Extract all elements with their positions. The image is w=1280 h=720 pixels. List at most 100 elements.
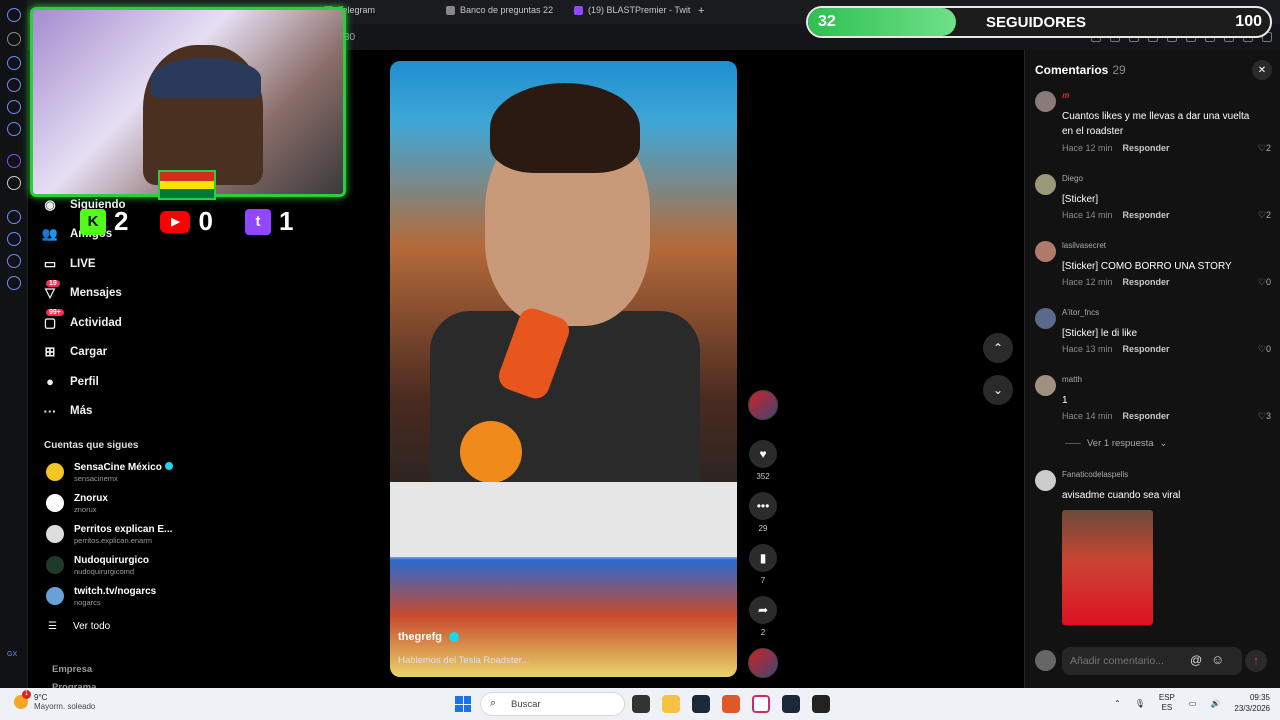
music-disc[interactable] — [748, 648, 778, 678]
send-button[interactable]: ↑ — [1245, 650, 1267, 672]
mail-icon[interactable] — [7, 122, 21, 136]
twitch-sidebar-icon[interactable] — [7, 154, 21, 168]
followed-account[interactable]: twitch.tv/nogarcs nogarcs — [44, 584, 204, 612]
network-icon[interactable]: ▭ — [1189, 699, 1197, 708]
video-description[interactable]: Hablemos del Tesla Roadster... — [398, 655, 529, 666]
task-view-icon[interactable] — [632, 695, 650, 713]
extensions-icon[interactable] — [7, 254, 21, 268]
like-button[interactable]: ♥ 352 — [746, 440, 780, 481]
reply-button[interactable]: Responder — [1123, 277, 1170, 287]
reply-button[interactable]: Responder — [1123, 411, 1170, 421]
like-count: 352 — [756, 472, 770, 481]
clock[interactable]: 09:35 23/3/2026 — [1234, 692, 1270, 714]
tab-banco-preguntas[interactable]: Banco de preguntas 22 — [446, 5, 553, 15]
microphone-icon[interactable]: 🎙 — [1135, 699, 1145, 708]
comment-author[interactable]: 𝒎 — [1062, 91, 1069, 101]
nav-cargar[interactable]: ⊞ Cargar — [40, 338, 210, 368]
emoji-icon[interactable]: ☺ — [1211, 652, 1224, 667]
taskbar-search[interactable]: ⌕ Buscar — [480, 692, 625, 716]
comment-author[interactable]: A'itor_fncs — [1062, 308, 1099, 317]
nav-mensajes[interactable]: ▽ 19 Mensajes — [40, 279, 210, 309]
account-handle: nogarcs — [74, 598, 101, 607]
close-comments-button[interactable]: ✕ — [1252, 60, 1272, 80]
comment-button[interactable]: ••• 29 — [746, 492, 780, 533]
friends-icon: 👥 — [41, 226, 59, 242]
chevron-up-icon[interactable]: ⌃ — [1114, 699, 1121, 708]
opera-icon[interactable] — [752, 695, 770, 713]
instagram-icon[interactable] — [7, 100, 21, 114]
twitch-tab-icon — [574, 5, 583, 15]
platform-counters: K 2 ▶ 0 t 1 — [80, 206, 293, 237]
avatar[interactable] — [1035, 241, 1056, 262]
nav-actividad[interactable]: ▢ 99+ Actividad — [40, 308, 210, 338]
history-icon[interactable] — [7, 232, 21, 246]
comment-meta: Hace 14 min Responder — [1062, 210, 1170, 220]
volume-icon[interactable]: 🔊 — [1210, 699, 1220, 708]
comment-author[interactable]: matth — [1062, 375, 1082, 384]
comment-author[interactable]: lasilvasecret — [1062, 241, 1106, 250]
app-icon[interactable] — [812, 695, 830, 713]
messenger-icon[interactable] — [7, 56, 21, 70]
x-sidebar-icon[interactable] — [7, 176, 21, 190]
next-video-button[interactable]: ⌄ — [983, 375, 1013, 405]
share-button[interactable]: ➦ 2 — [746, 596, 780, 637]
video-player[interactable]: thegrefg Hablemos del Tesla Roadster... — [390, 61, 737, 677]
video-author[interactable]: thegrefg — [398, 631, 459, 643]
weather-widget[interactable]: 1 9°C Mayorm. soleado — [14, 690, 95, 711]
opera-logo-icon[interactable] — [7, 8, 21, 22]
avatar[interactable] — [1035, 91, 1056, 112]
followed-account[interactable]: SensaCine México sensacinemx — [44, 460, 204, 488]
steam-icon[interactable] — [692, 695, 710, 713]
nav-mas[interactable]: ··· Más — [40, 397, 210, 427]
see-all-link[interactable]: ☰ Ver todo — [48, 621, 110, 632]
comment-composer: Añadir comentario... @ ☺ ↑ — [1035, 647, 1271, 675]
language-indicator[interactable]: ESP ES — [1159, 693, 1175, 713]
avatar[interactable] — [1035, 308, 1056, 329]
follower-current: 32 — [818, 13, 836, 30]
creator-avatar[interactable] — [748, 390, 778, 420]
comment-like[interactable]: ♡2 — [1258, 210, 1271, 221]
avatar[interactable] — [1035, 470, 1056, 491]
whatsapp-icon[interactable] — [7, 78, 21, 92]
comments-panel: Comentarios 29 ✕ 𝒎 Cuantos likes y me lle… — [1024, 50, 1280, 688]
comment-author[interactable]: Fanaticodelaspelis — [1062, 470, 1128, 479]
followed-account[interactable]: Perritos explican E... perritos.explican… — [44, 522, 204, 550]
followed-account[interactable]: Znorux znorux — [44, 491, 204, 519]
browser-sidebar: GX — [0, 0, 28, 688]
followed-account[interactable]: Nudoquirurgico nudoquirurgicomd — [44, 553, 204, 581]
save-button[interactable]: ▮ 7 — [746, 544, 780, 585]
avatar[interactable] — [1035, 174, 1056, 195]
new-tab-button[interactable]: + — [698, 5, 704, 17]
steam-icon[interactable] — [782, 695, 800, 713]
video-frame-blur — [390, 482, 737, 557]
reload-icon[interactable] — [7, 32, 21, 46]
comment-icon: ••• — [749, 492, 777, 520]
tab-blastpremier[interactable]: (19) BLASTPremier - Twit — [574, 5, 690, 15]
close-icon: ✕ — [1257, 64, 1267, 76]
settings-icon[interactable] — [7, 276, 21, 290]
file-explorer-icon[interactable] — [662, 695, 680, 713]
mention-icon[interactable]: @ — [1190, 653, 1202, 667]
system-tray: ⌃ 🎙 ESP ES ▭ 🔊 09:35 23/3/2026 — [1114, 692, 1270, 714]
reply-button[interactable]: Responder — [1123, 344, 1170, 354]
verified-icon — [164, 462, 173, 470]
start-button[interactable] — [455, 696, 471, 712]
player-icon[interactable] — [7, 210, 21, 224]
nav-live[interactable]: ▭ LIVE — [40, 249, 210, 279]
view-replies-button[interactable]: Ver 1 respuesta ⌄ — [1065, 438, 1168, 449]
comment-like[interactable]: ♡0 — [1258, 277, 1271, 288]
comment-like[interactable]: ♡2 — [1258, 143, 1271, 154]
comment-text: Cuantos likes y me llevas a dar una vuel… — [1062, 111, 1250, 137]
comment-like[interactable]: ♡3 — [1258, 411, 1271, 422]
reply-button[interactable]: Responder — [1123, 143, 1170, 153]
avatar[interactable] — [1035, 375, 1056, 396]
gx-icon[interactable]: GX — [7, 651, 17, 658]
comment-like[interactable]: ♡0 — [1258, 344, 1271, 355]
previous-video-button[interactable]: ⌃ — [983, 333, 1013, 363]
app-icon[interactable] — [722, 695, 740, 713]
reply-button[interactable]: Responder — [1123, 210, 1170, 220]
footer-link[interactable]: Empresa — [52, 664, 92, 675]
nav-perfil[interactable]: ● Perfil — [40, 367, 210, 397]
comment-image[interactable] — [1062, 510, 1153, 625]
comment-author[interactable]: Diego — [1062, 174, 1083, 183]
